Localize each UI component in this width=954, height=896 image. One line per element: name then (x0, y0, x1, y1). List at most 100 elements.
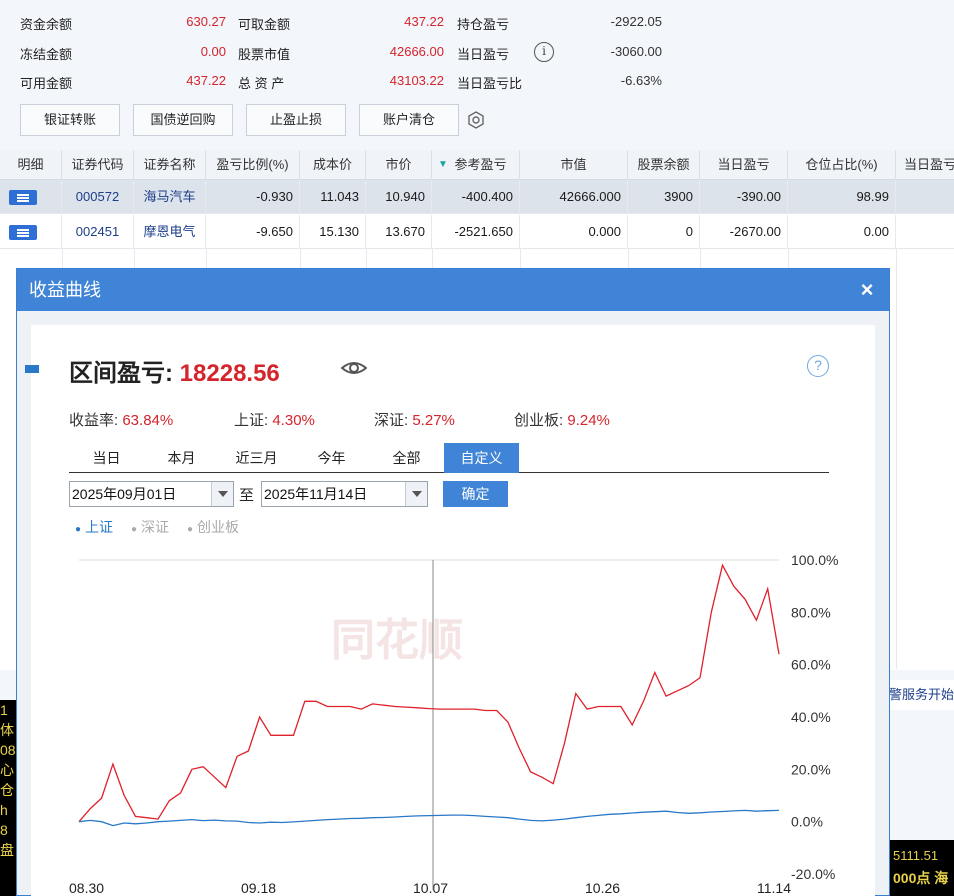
col-header-daily-pnl-2[interactable]: 当日盈亏 (896, 150, 954, 180)
y-tick-label: 80.0% (791, 604, 831, 620)
code-cell: 002451 (62, 215, 134, 249)
withdrawable-label: 可取金额 (238, 17, 291, 32)
series-line (78, 563, 780, 823)
stock-value-label: 股票市值 (238, 47, 291, 62)
price-cell: 13.670 (366, 215, 432, 249)
account-summary: 资金余额 630.27 可取金额 437.22 持仓盈亏 -2922.05 冻结… (0, 0, 954, 150)
total-assets-value: 43103.22 (389, 73, 444, 88)
pnl-ratio-cell: -0.930 (206, 180, 300, 214)
table-header: 明细 证券代码 证券名称 盈亏比例(%) 成本价 市价 ▼ 参考盈亏 市值 股票… (0, 150, 954, 180)
ref-pnl-cell: -400.400 (432, 180, 520, 214)
series-line (78, 809, 780, 827)
background-terminal-strip: 1 体 08 心 仓 h 8 盘 (0, 700, 16, 896)
detail-cell[interactable] (0, 215, 62, 249)
bond-repo-button[interactable]: 国债逆回购 (133, 104, 233, 136)
cost-cell: 15.130 (300, 215, 366, 249)
frozen-label: 冻结金额 (20, 47, 73, 62)
watermark-text: 同花顺 (331, 615, 463, 666)
daily-pnl-label: 当日盈亏 (457, 47, 510, 62)
total-assets-label: 总 资 产 (238, 76, 285, 91)
daily-pnl-cell: -390.00 (700, 180, 788, 214)
bg-char: 盘 (0, 842, 14, 858)
clear-account-button[interactable]: 账户清仓 (359, 104, 459, 136)
pnl-ratio-cell: -9.650 (206, 215, 300, 249)
position-pnl-value: -2922.05 (610, 14, 662, 29)
bg-char: 心 (0, 762, 14, 778)
detail-cell[interactable] (0, 180, 62, 214)
detail-list-icon[interactable] (9, 225, 37, 240)
capital-balance-value: 630.27 (186, 14, 226, 29)
y-tick-label: -20.0% (791, 866, 835, 882)
col-header-cost[interactable]: 成本价 (300, 150, 366, 180)
profit-curve-chart[interactable]: 同花顺 100.0% 80.0% 60.0% 40.0% 20.0% 0.0% -20.0% 0… (31, 325, 875, 896)
col-header-balance[interactable]: 股票余额 (628, 150, 700, 180)
background-terminal-right: 5111.51 000点 海 (889, 840, 954, 896)
col-header-detail[interactable]: 明细 (0, 150, 62, 180)
balance-cell: 3900 (628, 180, 700, 214)
bg-char: 体 (0, 722, 14, 738)
available-value: 437.22 (186, 73, 226, 88)
ref-pnl-cell: -2521.650 (432, 215, 520, 249)
col-header-code[interactable]: 证券代码 (62, 150, 134, 180)
price-cell: 10.940 (366, 180, 432, 214)
settings-gear-icon[interactable] (466, 110, 486, 130)
bg-index-value: 5111.51 (893, 848, 939, 863)
x-tick-label: 10.26 (585, 880, 620, 896)
take-profit-stop-loss-button[interactable]: 止盈止损 (246, 104, 346, 136)
col-header-position-ratio[interactable]: 仓位占比(%) (788, 150, 896, 180)
code-cell: 000572 (62, 180, 134, 214)
daily-pnl-value: -3060.00 (610, 44, 662, 59)
market-value-cell: 0.000 (520, 215, 628, 249)
dialog-title-bar[interactable]: 收益曲线 (17, 269, 889, 311)
column-divider (896, 249, 897, 669)
balance-cell: 0 (628, 215, 700, 249)
col-header-price[interactable]: 市价 (366, 150, 432, 180)
bg-char: 8 (0, 822, 8, 838)
x-tick-label: 11.14 (757, 880, 791, 896)
y-tick-label: 60.0% (791, 657, 831, 673)
available-label: 可用金额 (20, 76, 73, 91)
profit-curve-dialog: 收益曲线 × 区间盈亏: 18228.56 ? 收益率: 63.84% 上证: … (16, 268, 890, 896)
col-header-ref-pnl[interactable]: ▼ 参考盈亏 (432, 150, 520, 180)
stock-value-value: 42666.00 (389, 44, 444, 59)
withdrawable-value: 437.22 (404, 14, 444, 29)
position-ratio-cell: 0.00 (788, 215, 896, 249)
y-tick-label: 20.0% (791, 761, 831, 777)
profit-card: 区间盈亏: 18228.56 ? 收益率: 63.84% 上证: 4.30% 深… (25, 325, 875, 896)
cost-cell: 11.043 (300, 180, 366, 214)
market-value-cell: 42666.000 (520, 180, 628, 214)
x-tick-label: 10.07 (413, 880, 448, 896)
sort-desc-icon: ▼ (438, 159, 448, 170)
detail-list-icon[interactable] (9, 190, 37, 205)
daily-pnl-ratio-value: -6.63% (620, 73, 662, 88)
position-ratio-cell: 98.99 (788, 180, 896, 214)
dialog-title: 收益曲线 (29, 280, 101, 300)
bg-index-text: 000点 海 (893, 870, 949, 886)
capital-balance-label: 资金余额 (20, 17, 73, 32)
bg-char: 08 (0, 742, 16, 758)
y-tick-label: 40.0% (791, 709, 831, 725)
name-cell: 海马汽车 (134, 180, 206, 214)
position-pnl-label: 持仓盈亏 (457, 17, 510, 32)
background-alert-text: 警服务开始 (889, 680, 954, 710)
y-tick-label: 100.0% (791, 552, 838, 568)
col-header-market-value[interactable]: 市值 (520, 150, 628, 180)
x-tick-label: 09.18 (241, 880, 276, 896)
x-tick-label: 08.30 (69, 880, 104, 896)
col-header-name[interactable]: 证券名称 (134, 150, 206, 180)
bg-char: 1 (0, 702, 8, 718)
daily-pnl-ratio-label: 当日盈亏比 (457, 76, 523, 91)
col-header-daily-pnl[interactable]: 当日盈亏 (700, 150, 788, 180)
info-icon[interactable]: i (534, 42, 554, 62)
col-header-pnl-ratio[interactable]: 盈亏比例(%) (206, 150, 300, 180)
table-row[interactable]: 002451 摩恩电气 -9.650 15.130 13.670 -2521.6… (0, 215, 954, 249)
col-header-ref-pnl-label: 参考盈亏 (454, 157, 507, 172)
table-row[interactable]: 000572 海马汽车 -0.930 11.043 10.940 -400.40… (0, 180, 954, 214)
bg-char: 仓 (0, 782, 14, 798)
frozen-value: 0.00 (200, 44, 226, 59)
bank-transfer-button[interactable]: 银证转账 (20, 104, 120, 136)
close-icon[interactable]: × (855, 269, 879, 311)
daily-pnl-cell: -2670.00 (700, 215, 788, 249)
name-cell: 摩恩电气 (134, 215, 206, 249)
bg-char: h (0, 802, 8, 818)
